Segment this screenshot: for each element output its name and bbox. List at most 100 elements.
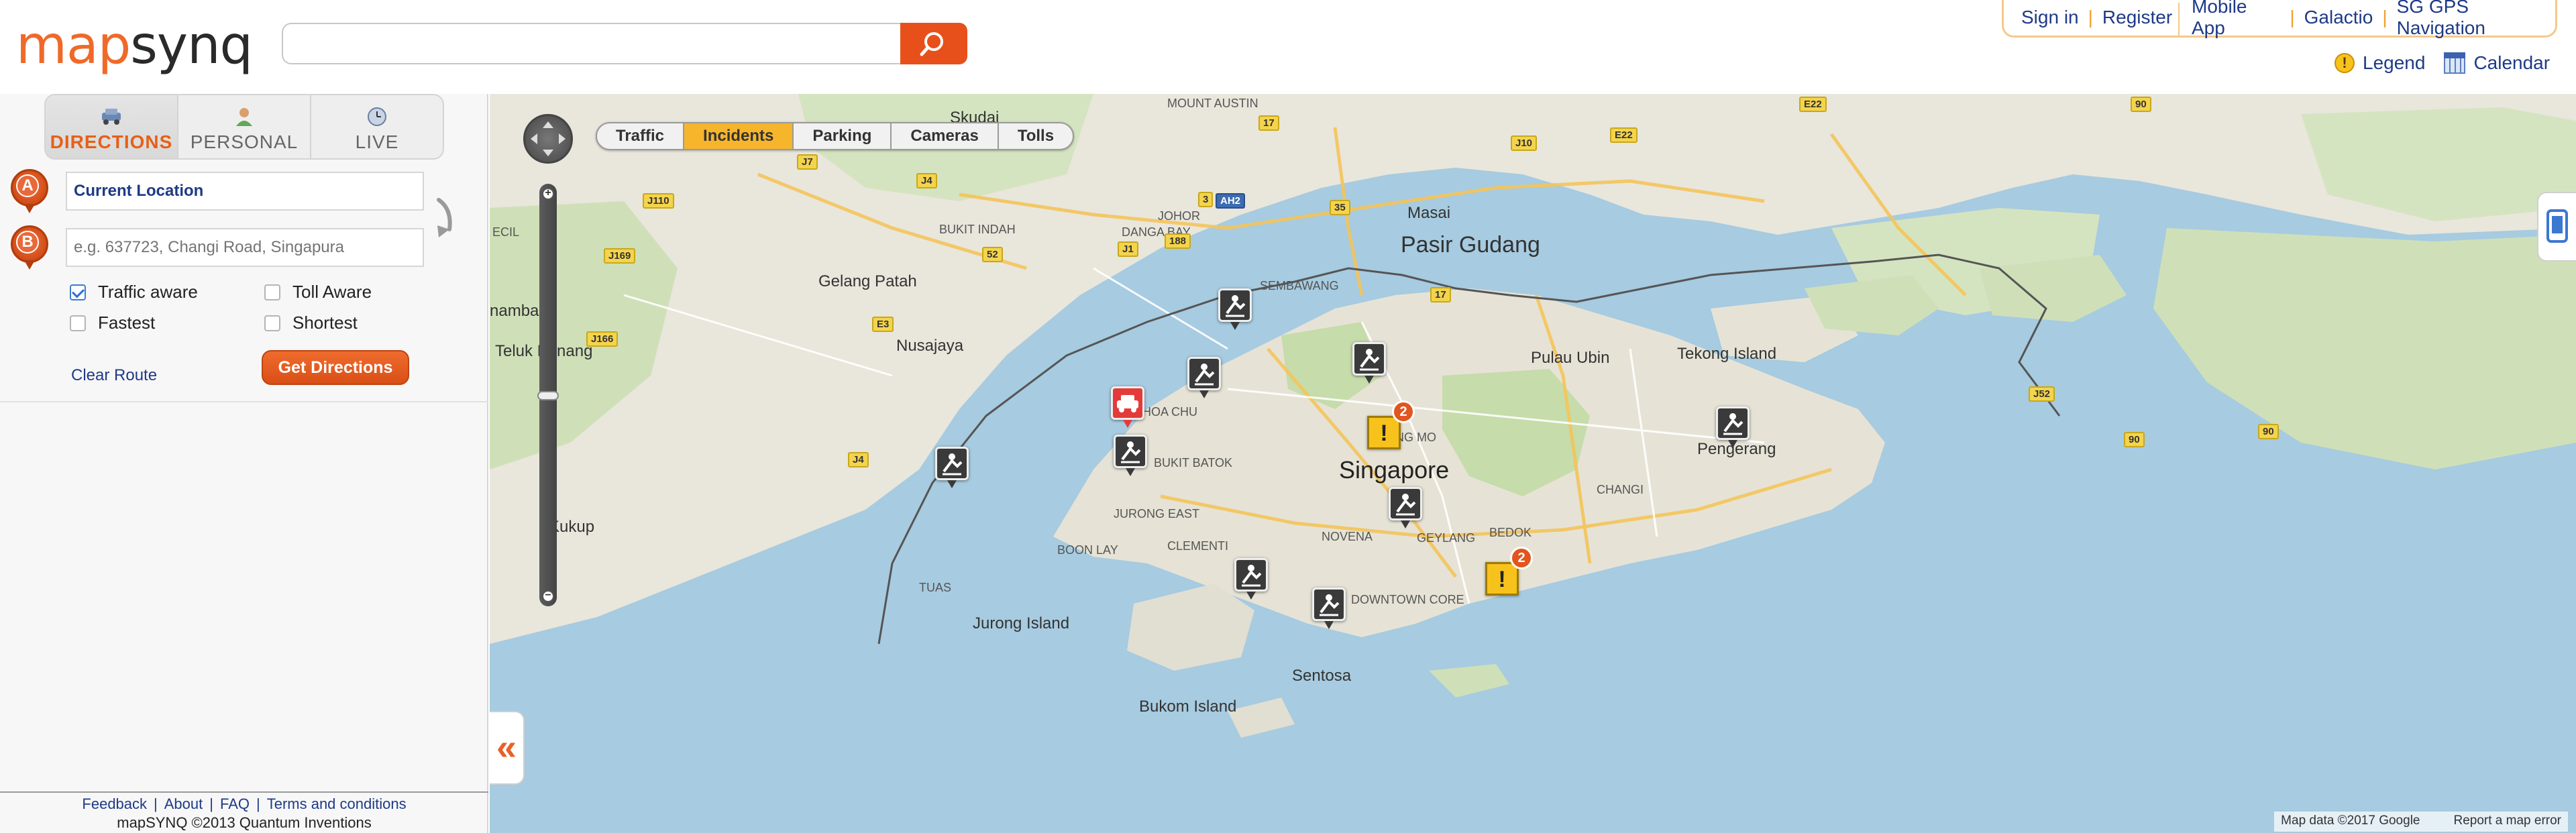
fastest-checkbox[interactable] bbox=[70, 315, 86, 331]
mapsynq-logo[interactable]: mapsynq bbox=[16, 12, 264, 79]
road-shield: J7 bbox=[797, 154, 818, 170]
accident-incident-marker[interactable] bbox=[1111, 386, 1144, 428]
destination-marker-letter: B bbox=[16, 231, 39, 254]
layer-tab-parking[interactable]: Parking bbox=[794, 123, 892, 149]
footer-divider bbox=[0, 791, 488, 793]
top-links-panel: Sign in | Register Mobile App | Galactio… bbox=[2002, 0, 2557, 38]
shortest-option[interactable]: Shortest bbox=[264, 313, 358, 333]
shortest-checkbox[interactable] bbox=[264, 315, 280, 331]
sign-in-link[interactable]: Sign in bbox=[2021, 7, 2079, 28]
alert-count-badge: 2 bbox=[1392, 400, 1415, 423]
map-label-ecil: ECIL bbox=[492, 225, 520, 239]
zoom-slider-handle[interactable] bbox=[537, 391, 559, 400]
road-shield: J1 bbox=[1118, 241, 1138, 257]
map-label-gelang-patah: Gelang Patah bbox=[818, 272, 917, 290]
roadwork-icon bbox=[1226, 295, 1246, 317]
zoom-in-button[interactable]: + bbox=[542, 188, 554, 200]
road-shield: 188 bbox=[1165, 233, 1191, 249]
roadwork-incident-marker[interactable] bbox=[1187, 357, 1221, 398]
tab-directions[interactable]: DIRECTIONS bbox=[46, 95, 178, 158]
map-label-bedok: BEDOK bbox=[1489, 526, 1532, 539]
road-shield: AH2 bbox=[1216, 193, 1246, 209]
logo-part-synq: synq bbox=[130, 15, 253, 76]
account-links: Sign in | Register bbox=[2021, 0, 2172, 35]
pan-arrows-icon bbox=[531, 121, 566, 156]
calendar-link[interactable]: Calendar bbox=[2473, 52, 2550, 74]
map-label-bukit-batok: BUKIT BATOK bbox=[1154, 456, 1233, 469]
sidebar-divider bbox=[0, 401, 488, 402]
map-view[interactable]: Singapore Pasir Gudang Masai Pulau Ubin … bbox=[490, 94, 2576, 833]
sidebar-tabs: DIRECTIONS PERSONAL LIVE bbox=[44, 94, 444, 160]
search-input[interactable] bbox=[282, 23, 902, 64]
road-shield: 17 bbox=[1258, 115, 1279, 131]
roadwork-incident-marker[interactable] bbox=[1114, 435, 1147, 476]
pan-control[interactable] bbox=[523, 114, 573, 164]
tab-live[interactable]: LIVE bbox=[311, 95, 443, 158]
sg-gps-navigation-link[interactable]: SG GPS Navigation bbox=[2397, 0, 2555, 39]
roadwork-incident-marker[interactable] bbox=[1218, 288, 1252, 330]
fastest-option[interactable]: Fastest bbox=[70, 313, 155, 333]
traffic-aware-option[interactable]: Traffic aware bbox=[70, 282, 198, 302]
toll-aware-checkbox[interactable] bbox=[264, 284, 280, 300]
tab-personal[interactable]: PERSONAL bbox=[178, 95, 311, 158]
road-shield: E22 bbox=[1799, 97, 1827, 112]
alert-cluster-marker[interactable]: ! 2 bbox=[1485, 547, 1533, 596]
road-shield: E22 bbox=[1610, 127, 1638, 143]
links-divider bbox=[2178, 3, 2180, 36]
road-shield: J110 bbox=[643, 193, 674, 209]
collapse-sidebar-button[interactable]: « bbox=[490, 711, 525, 785]
roadwork-incident-marker[interactable] bbox=[1352, 342, 1386, 384]
map-data-attribution: Map data ©2017 Google bbox=[2281, 814, 2420, 828]
destination-marker: B bbox=[8, 223, 51, 271]
toll-aware-label: Toll Aware bbox=[292, 282, 372, 302]
roadwork-incident-marker[interactable] bbox=[1234, 558, 1268, 600]
galactio-link[interactable]: Galactio bbox=[2304, 7, 2373, 28]
feedback-link[interactable]: Feedback bbox=[82, 795, 147, 812]
layer-tab-cameras[interactable]: Cameras bbox=[892, 123, 999, 149]
map-label-boon-lay: BOON LAY bbox=[1057, 543, 1118, 557]
toll-aware-option[interactable]: Toll Aware bbox=[264, 282, 372, 302]
register-link[interactable]: Register bbox=[2102, 7, 2172, 28]
roadwork-incident-marker[interactable] bbox=[935, 447, 969, 488]
roadwork-incident-marker[interactable] bbox=[1716, 406, 1750, 448]
layer-tab-incidents[interactable]: Incidents bbox=[684, 123, 794, 149]
mobile-app-panel-button[interactable] bbox=[2537, 192, 2576, 262]
search-button[interactable] bbox=[900, 23, 967, 64]
terms-link[interactable]: Terms and conditions bbox=[267, 795, 407, 812]
road-shield: J166 bbox=[586, 331, 619, 347]
to-location-input[interactable] bbox=[66, 228, 424, 267]
road-shield: 17 bbox=[1430, 287, 1451, 302]
layer-tab-traffic[interactable]: Traffic bbox=[597, 123, 685, 149]
car-crash-icon bbox=[1117, 395, 1138, 412]
mobile-app-link[interactable]: Mobile App bbox=[2192, 0, 2280, 39]
swap-route-icon[interactable] bbox=[432, 196, 456, 243]
road-shield: E3 bbox=[872, 317, 894, 332]
alert-exclamation-icon: ! bbox=[1498, 567, 1506, 592]
layer-tab-tolls[interactable]: Tolls bbox=[999, 123, 1073, 149]
tab-personal-label: PERSONAL bbox=[190, 131, 299, 152]
get-directions-button[interactable]: Get Directions bbox=[262, 350, 409, 385]
map-label-changi: CHANGI bbox=[1597, 483, 1644, 496]
from-location-input[interactable] bbox=[66, 172, 424, 211]
roadwork-incident-marker[interactable] bbox=[1389, 487, 1422, 529]
map-label-sembawang: SEMBAWANG bbox=[1260, 279, 1339, 292]
about-link[interactable]: About bbox=[164, 795, 203, 812]
traffic-aware-checkbox[interactable] bbox=[70, 284, 86, 300]
faq-link[interactable]: FAQ bbox=[220, 795, 250, 812]
footer-links: Feedback | About | FAQ | Terms and conditions bbox=[0, 795, 488, 813]
legend-link[interactable]: Legend bbox=[2363, 52, 2425, 74]
alert-cluster-marker[interactable]: ! 2 bbox=[1367, 400, 1415, 449]
roadwork-icon bbox=[1320, 594, 1340, 616]
road-shield: 90 bbox=[2124, 432, 2145, 447]
road-shield: 35 bbox=[1330, 200, 1350, 215]
clear-route-link[interactable]: Clear Route bbox=[71, 366, 157, 385]
map-label-jurong-island: Jurong Island bbox=[973, 614, 1070, 632]
map-label-pulau-ubin: Pulau Ubin bbox=[1531, 349, 1610, 367]
report-map-error-link[interactable]: Report a map error bbox=[2453, 814, 2561, 830]
person-icon bbox=[236, 108, 252, 126]
header: mapsynq Sign in | Register Mobile App | … bbox=[0, 0, 2576, 94]
map-label-masai: Masai bbox=[1407, 204, 1451, 222]
traffic-aware-label: Traffic aware bbox=[98, 282, 198, 302]
zoom-out-button[interactable]: − bbox=[542, 590, 554, 602]
roadwork-incident-marker[interactable] bbox=[1312, 588, 1346, 629]
